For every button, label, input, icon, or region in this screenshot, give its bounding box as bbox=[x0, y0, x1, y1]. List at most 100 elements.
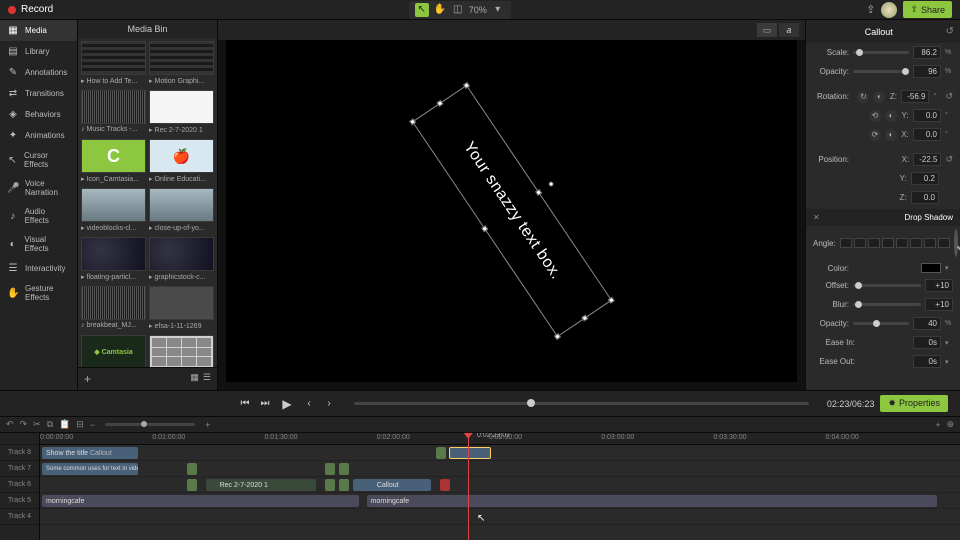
rotate-handle[interactable] bbox=[547, 181, 554, 188]
position-z-value[interactable]: 0.0 bbox=[911, 191, 939, 204]
tool-behaviors[interactable]: ◈Behaviors bbox=[0, 104, 77, 125]
tool-audio-effects[interactable]: ♪Audio Effects bbox=[0, 202, 77, 230]
track[interactable] bbox=[40, 509, 960, 525]
media-clip[interactable]: ▸efsa-1-11-1269 bbox=[149, 286, 214, 332]
clip-marker[interactable] bbox=[440, 479, 450, 491]
scale-slider[interactable] bbox=[853, 51, 909, 54]
track-header[interactable]: Track 6 bbox=[0, 477, 39, 493]
blur-slider[interactable] bbox=[853, 303, 921, 306]
prev-frame-button[interactable]: ‹ bbox=[302, 398, 316, 409]
rotate-gizmo-icon[interactable]: ◐ bbox=[873, 91, 885, 103]
track-header[interactable]: Track 4 bbox=[0, 509, 39, 525]
tool-visual-effects[interactable]: ◐Visual Effects bbox=[0, 230, 77, 258]
rotation-z-value[interactable]: -56.9 bbox=[901, 90, 929, 103]
clip-callout[interactable]: Some common uses for text in video Callo… bbox=[42, 463, 138, 475]
scale-value[interactable]: 86.2 bbox=[913, 46, 941, 59]
resize-handle[interactable] bbox=[463, 82, 470, 89]
track[interactable]: Rec 2-7-2020 1 Callout bbox=[40, 477, 960, 493]
clip-audio[interactable]: morningcafe bbox=[42, 495, 359, 507]
blur-value[interactable]: +10 bbox=[925, 298, 953, 311]
clip-marker[interactable] bbox=[339, 463, 349, 475]
rotation-x-value[interactable]: 0.0 bbox=[913, 128, 941, 141]
undo-icon[interactable]: ↶ bbox=[6, 419, 14, 430]
step-back-button[interactable]: ⏭ bbox=[258, 398, 272, 409]
tool-transitions[interactable]: ⇄Transitions bbox=[0, 83, 77, 104]
timeline-zoom-slider[interactable] bbox=[105, 423, 195, 426]
color-dropdown-icon[interactable]: ▾ bbox=[945, 264, 953, 272]
play-button[interactable]: ▶ bbox=[278, 395, 296, 413]
clip-callout[interactable]: Callout bbox=[353, 479, 431, 491]
tool-library[interactable]: ▤Library bbox=[0, 41, 77, 62]
media-clip[interactable]: ♪breakbeat_MJ... bbox=[81, 286, 146, 332]
media-clip[interactable]: ◆ Camtasia▸Logo_Hrz_Ca... bbox=[81, 335, 146, 367]
rotate-gizmo-icon[interactable]: ◐ bbox=[885, 110, 897, 122]
clip-marker[interactable] bbox=[436, 447, 446, 459]
resize-handle[interactable] bbox=[409, 118, 416, 125]
record-label[interactable]: Record bbox=[21, 4, 53, 15]
tool-annotations[interactable]: ✎Annotations bbox=[0, 62, 77, 83]
media-clip[interactable]: ▸Rec 2-7-2020 1 bbox=[149, 90, 214, 136]
rotation-y-value[interactable]: 0.0 bbox=[913, 109, 941, 122]
media-clip[interactable]: C▸Icon_Camtasia... bbox=[81, 139, 146, 185]
zoom-dropdown-icon[interactable]: ▾ bbox=[491, 3, 505, 17]
resize-handle[interactable] bbox=[436, 100, 443, 107]
media-clip[interactable]: ▸videoblocks-cl... bbox=[81, 188, 146, 234]
cut-icon[interactable]: ✂ bbox=[33, 419, 41, 430]
easein-value[interactable]: 0s bbox=[913, 336, 941, 349]
upload-icon[interactable]: ⇪ bbox=[866, 3, 875, 16]
rotate-z-icon[interactable]: ↻ bbox=[857, 91, 869, 103]
avatar[interactable] bbox=[881, 2, 897, 18]
reset-position-icon[interactable]: ↺ bbox=[945, 154, 953, 165]
crop-tool[interactable]: ◫ bbox=[451, 3, 465, 17]
copy-icon[interactable]: ⧉ bbox=[47, 419, 53, 430]
clip-selected[interactable] bbox=[449, 447, 491, 459]
shadow-opacity-slider[interactable] bbox=[853, 322, 909, 325]
clip-marker[interactable] bbox=[325, 463, 335, 475]
track[interactable]: morningcafe morningcafe bbox=[40, 493, 960, 509]
share-button[interactable]: ⇧Share bbox=[903, 1, 952, 18]
media-clip[interactable]: ▸Motion Graphi... bbox=[149, 41, 214, 87]
clip-callout[interactable]: Show the title Callout bbox=[42, 447, 138, 459]
scrubber[interactable] bbox=[354, 402, 809, 405]
prev-clip-button[interactable]: ⏮ bbox=[238, 398, 252, 409]
rotate-y-icon[interactable]: ⟲ bbox=[869, 110, 881, 122]
resize-handle[interactable] bbox=[581, 315, 588, 322]
canvas-tab-preview[interactable]: ▭ bbox=[757, 23, 777, 37]
clip-audio[interactable]: morningcafe bbox=[367, 495, 937, 507]
next-frame-button[interactable]: › bbox=[322, 398, 336, 409]
hand-tool[interactable]: ✋ bbox=[433, 3, 447, 17]
media-clip[interactable]: ▸graphicstock-c... bbox=[149, 237, 214, 283]
properties-button[interactable]: ✸Properties bbox=[880, 395, 948, 412]
track-header[interactable]: Track 7 bbox=[0, 461, 39, 477]
clip-marker[interactable] bbox=[339, 479, 349, 491]
canvas[interactable]: Your snazzy text box. bbox=[226, 40, 797, 382]
zoom-level[interactable]: 70% bbox=[469, 3, 487, 17]
clip-marker[interactable] bbox=[325, 479, 335, 491]
reset-icon[interactable]: ↺ bbox=[946, 26, 954, 37]
track[interactable]: Some common uses for text in video Callo… bbox=[40, 461, 960, 477]
tool-voice-narration[interactable]: 🎤Voice Narration bbox=[0, 174, 77, 202]
tool-media[interactable]: ▦Media bbox=[0, 20, 77, 41]
clip-marker[interactable] bbox=[187, 479, 197, 491]
easein-dropdown-icon[interactable]: ▾ bbox=[945, 339, 953, 347]
select-tool[interactable]: ↖ bbox=[415, 3, 429, 17]
media-clip[interactable]: ▸floating-particl... bbox=[81, 237, 146, 283]
resize-handle[interactable] bbox=[535, 189, 542, 196]
resize-handle[interactable] bbox=[554, 333, 561, 340]
angle-dial[interactable] bbox=[954, 229, 958, 257]
media-clip[interactable]: ▸How to Add Te... bbox=[81, 41, 146, 87]
shadow-presets[interactable] bbox=[840, 238, 950, 248]
clip-video[interactable]: Rec 2-7-2020 1 bbox=[206, 479, 316, 491]
scrubber-knob[interactable] bbox=[527, 399, 535, 407]
grid-view-icon[interactable]: ▦ bbox=[190, 372, 199, 386]
playhead[interactable] bbox=[468, 433, 469, 540]
add-track-icon[interactable]: + bbox=[935, 420, 940, 430]
position-x-value[interactable]: -22.5 bbox=[913, 153, 941, 166]
resize-handle[interactable] bbox=[481, 225, 488, 232]
text-callout[interactable]: Your snazzy text box. bbox=[411, 85, 611, 337]
paste-icon[interactable]: 📋 bbox=[59, 419, 70, 430]
redo-icon[interactable]: ↷ bbox=[20, 419, 28, 430]
zoom-out-icon[interactable]: − bbox=[90, 420, 95, 430]
tool-cursor-effects[interactable]: ↖Cursor Effects bbox=[0, 146, 77, 174]
clip-marker[interactable] bbox=[187, 463, 197, 475]
